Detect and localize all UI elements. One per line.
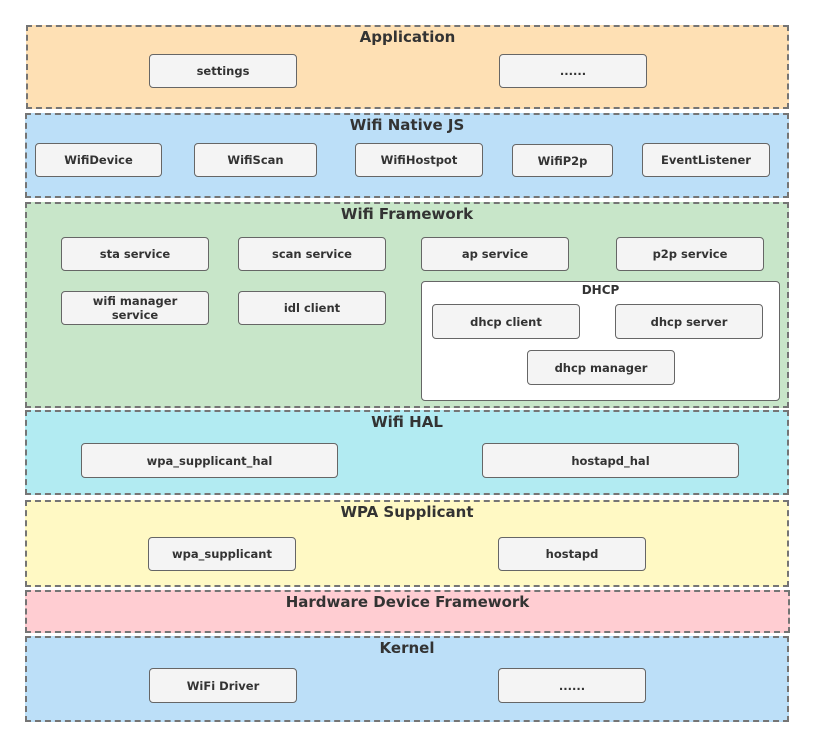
component-eventlistener: EventListener: [642, 143, 770, 177]
component-scan-service: scan service: [238, 237, 386, 271]
component-idl-client: idl client: [238, 291, 386, 325]
component-wifihostpot: WifiHostpot: [355, 143, 483, 177]
layer-title-hardware: Hardware Device Framework: [285, 593, 530, 611]
layer-title-application: Application: [359, 28, 456, 46]
layer-wpa: WPA Supplicant wpa_supplicant hostapd: [25, 500, 789, 587]
component-wpa-supplicant-hal: wpa_supplicant_hal: [81, 443, 338, 478]
component-wpa-supplicant: wpa_supplicant: [148, 537, 296, 571]
component-sta-service: sta service: [61, 237, 209, 271]
layer-hal: Wifi HAL wpa_supplicant_hal hostapd_hal: [25, 410, 789, 495]
layer-hardware: Hardware Device Framework: [25, 590, 790, 633]
component-settings: settings: [149, 54, 297, 88]
component-wifi-driver: WiFi Driver: [149, 668, 297, 703]
component-wifidevice: WifiDevice: [35, 143, 162, 177]
layer-title-native-js: Wifi Native JS: [349, 116, 465, 134]
component-p2p-service: p2p service: [616, 237, 764, 271]
component-wifiscan: WifiScan: [194, 143, 317, 177]
layer-native-js: Wifi Native JS WifiDevice WifiScan WifiH…: [25, 113, 789, 198]
layer-title-kernel: Kernel: [379, 639, 435, 657]
dhcp-group-title: DHCP: [581, 283, 620, 297]
component-wifip2p: WifiP2p: [512, 144, 613, 177]
component-kernel-more: ......: [498, 668, 646, 703]
component-hostapd: hostapd: [498, 537, 646, 571]
layer-title-hal: Wifi HAL: [371, 413, 443, 431]
dhcp-group: DHCP dhcp client dhcp server dhcp manage…: [421, 281, 780, 401]
component-wifi-manager-service: wifi manager service: [61, 291, 209, 325]
component-ap-service: ap service: [421, 237, 569, 271]
layer-application: Application settings ......: [26, 25, 789, 109]
layer-title-wpa: WPA Supplicant: [340, 503, 474, 521]
component-dhcp-server: dhcp server: [615, 304, 763, 339]
component-application-more: ......: [499, 54, 647, 88]
component-hostapd-hal: hostapd_hal: [482, 443, 739, 478]
component-dhcp-manager: dhcp manager: [527, 350, 675, 385]
layer-kernel: Kernel WiFi Driver ......: [25, 636, 789, 722]
layer-framework: Wifi Framework sta service scan service …: [25, 202, 789, 408]
layer-title-framework: Wifi Framework: [340, 205, 474, 223]
component-dhcp-client: dhcp client: [432, 304, 580, 339]
